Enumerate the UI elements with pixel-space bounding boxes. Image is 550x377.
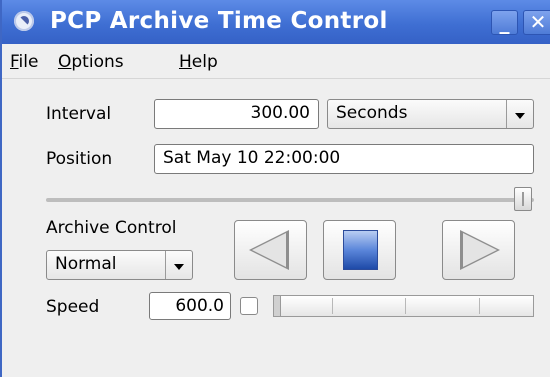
speed-checkbox[interactable] — [240, 297, 258, 315]
app-icon[interactable] — [14, 11, 34, 31]
interval-input[interactable]: 300.00 — [154, 99, 319, 129]
menu-file-label: ile — [18, 52, 39, 72]
speed-label: Speed — [46, 297, 100, 317]
play-backward-icon-inner — [252, 233, 286, 267]
menu-file-mnemonic: F — [10, 52, 19, 72]
interval-unit-select[interactable]: Seconds — [327, 99, 534, 129]
menu-help-mnemonic: H — [179, 52, 192, 72]
pcp-archive-time-control-window: PCP Archive Time Control _ ✕ File Option… — [0, 0, 550, 377]
stop-icon — [343, 230, 378, 270]
interval-label: Interval — [46, 104, 112, 124]
speed-slider-handle[interactable] — [274, 296, 281, 316]
window-title: PCP Archive Time Control — [50, 8, 388, 34]
stop-button[interactable] — [323, 220, 396, 280]
title-bar[interactable]: PCP Archive Time Control _ ✕ — [2, 0, 550, 44]
minimize-button[interactable]: _ — [491, 10, 518, 35]
play-backward-button[interactable] — [234, 220, 307, 280]
speed-input[interactable]: 600.0 — [149, 292, 231, 320]
position-slider-handle[interactable] — [514, 187, 532, 211]
menu-options-label: ptions — [71, 52, 124, 72]
close-button[interactable]: ✕ — [523, 10, 550, 35]
speed-slider-tick — [479, 298, 480, 314]
speed-slider-tick — [332, 298, 333, 314]
menu-file[interactable]: File — [10, 52, 38, 72]
archive-mode-select[interactable]: Normal — [46, 250, 193, 280]
speed-slider[interactable] — [273, 295, 534, 317]
play-forward-button[interactable] — [442, 220, 515, 280]
menu-options[interactable]: Options — [58, 52, 124, 72]
menu-bar: File Options Help — [2, 44, 550, 79]
position-label: Position — [46, 149, 113, 169]
position-slider-track[interactable] — [46, 198, 534, 202]
archive-control-label: Archive Control — [46, 218, 177, 238]
chevron-down-icon — [165, 251, 192, 279]
menu-help[interactable]: Help — [179, 52, 218, 72]
interval-unit-value: Seconds — [336, 103, 408, 123]
menu-help-label: elp — [191, 52, 218, 72]
chevron-down-icon — [506, 100, 533, 128]
position-input[interactable]: Sat May 10 22:00:00 — [154, 144, 534, 174]
play-forward-icon-inner — [463, 233, 497, 267]
speed-slider-tick — [405, 298, 406, 314]
menu-options-mnemonic: O — [58, 52, 72, 72]
archive-mode-value: Normal — [55, 254, 117, 274]
